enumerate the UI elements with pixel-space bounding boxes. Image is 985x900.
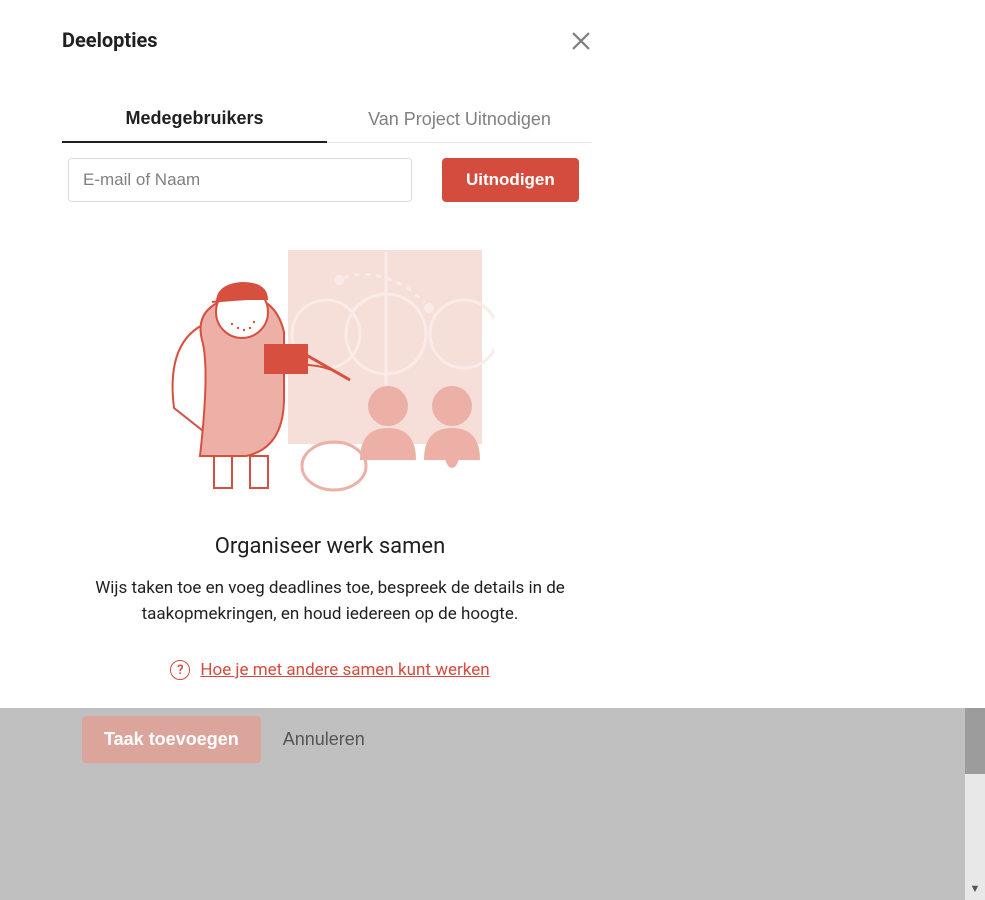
app-background: Taak toevoegen Annuleren ▼ Deelopties Me… [0,0,985,900]
help-link[interactable]: Hoe je met andere samen kunt werken [200,660,489,680]
tab-collaborators[interactable]: Medegebruikers [62,98,327,143]
tabs: Medegebruikers Van Project Uitnodigen [62,98,592,143]
invite-button[interactable]: Uitnodigen [442,158,579,202]
cancel-button[interactable]: Annuleren [283,729,365,750]
add-task-button[interactable]: Taak toevoegen [82,716,261,763]
scrollbar-thumb[interactable] [965,708,985,774]
empty-state-title: Organiseer werk samen [62,534,598,559]
help-row: ? Hoe je met andere samen kunt werken [62,660,598,680]
task-editor-actions: Taak toevoegen Annuleren [82,716,365,763]
help-icon: ? [170,660,190,680]
invite-input[interactable] [68,158,412,202]
close-icon [570,30,592,52]
empty-state-description: Wijs taken toe en voeg deadlines toe, be… [70,576,590,627]
modal-title: Deelopties [62,28,158,52]
collaboration-illustration [164,248,494,492]
invite-row: Uitnodigen [68,158,579,202]
tab-invite-from-project[interactable]: Van Project Uitnodigen [327,98,592,142]
close-button[interactable] [570,30,592,52]
scrollbar-down-arrow[interactable]: ▼ [965,878,985,898]
share-options-modal: Deelopties Medegebruikers Van Project Ui… [0,0,660,708]
